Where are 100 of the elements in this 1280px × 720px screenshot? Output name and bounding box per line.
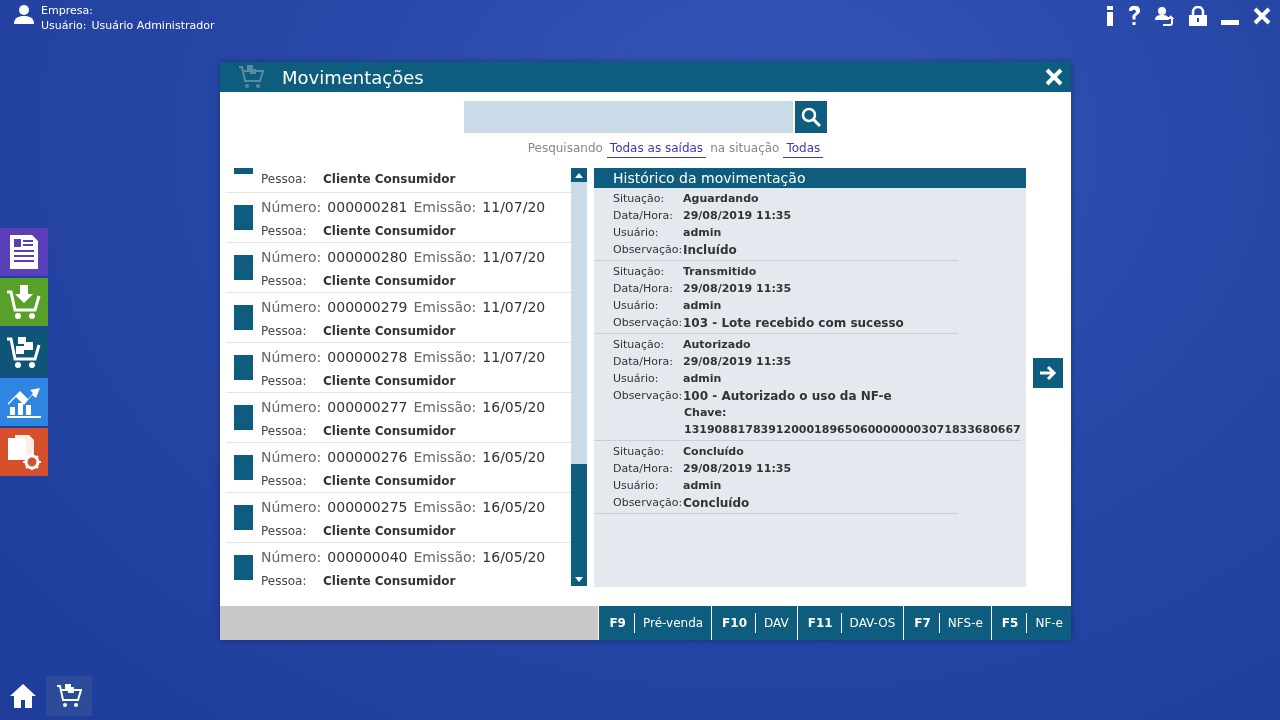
movement-item[interactable]: Número: 000000276 Emissão: 16/05/20 Pessoa: Cliente Consumidor: [226, 443, 571, 493]
number-label: Número:: [261, 548, 322, 565]
field-value: Concluído: [683, 495, 750, 510]
movement-number: 000000275: [327, 498, 408, 515]
item-marker: [234, 205, 253, 230]
function-key-button[interactable]: F9 Pré-venda: [598, 606, 712, 640]
chart-tile[interactable]: [0, 378, 48, 426]
date-label: Emissão:: [413, 248, 477, 265]
field-value: Autorizado: [683, 338, 751, 351]
item-marker: [234, 355, 253, 380]
field-value: 29/08/2019 11:35: [683, 209, 792, 222]
cart-download-tile[interactable]: [0, 278, 48, 326]
search-field[interactable]: [464, 101, 793, 133]
close-icon[interactable]: [1253, 7, 1271, 25]
field-label: Situação:: [613, 192, 666, 205]
documents-gear-tile[interactable]: [0, 428, 48, 476]
movement-number: 000000277: [327, 398, 408, 415]
field-value: admin: [683, 226, 722, 239]
movement-date: 11/07/20: [482, 348, 546, 365]
field-label: Situação:: [613, 338, 666, 351]
user-switch-icon[interactable]: [1155, 6, 1175, 26]
person-label: Pessoa:: [261, 223, 308, 238]
status-link[interactable]: Todas: [783, 141, 824, 158]
field-value: Aguardando: [683, 192, 759, 205]
field-label: Observação:: [613, 316, 683, 329]
field-label: Observação:: [613, 243, 683, 256]
movement-number: 000000281: [327, 198, 408, 215]
person-label: Pessoa:: [261, 523, 308, 538]
movement-item[interactable]: Número: 000000277 Emissão: 16/05/20 Pessoa: Cliente Consumidor: [226, 393, 571, 443]
field-value: 29/08/2019 11:35: [683, 462, 792, 475]
function-key-button[interactable]: F11 DAV-OS: [796, 606, 904, 640]
person-name: Cliente Consumidor: [323, 423, 456, 438]
number-label: Número:: [261, 448, 322, 465]
document-tile[interactable]: [0, 228, 48, 276]
movement-number: 000000276: [327, 448, 408, 465]
search-button[interactable]: [795, 101, 827, 133]
field-label: Situação:: [613, 265, 666, 278]
movement-date: 11/07/20: [482, 198, 546, 215]
home-icon[interactable]: [9, 683, 37, 709]
person-label: Pessoa:: [261, 573, 308, 586]
item-marker: [234, 555, 253, 580]
date-label: Emissão:: [413, 498, 477, 515]
movement-item[interactable]: Número: 000000279 Emissão: 11/07/20 Pessoa: Cliente Consumidor: [226, 293, 571, 343]
movement-item[interactable]: Número: 000000040 Emissão: 16/05/20 Pessoa: Cliente Consumidor: [226, 543, 571, 586]
field-label: Data/Hora:: [613, 462, 674, 475]
date-label: Emissão:: [413, 348, 477, 365]
help-icon[interactable]: [1128, 6, 1141, 26]
item-marker: [234, 455, 253, 480]
movement-number: 000000278: [327, 348, 408, 365]
field-value: Concluído: [683, 445, 744, 458]
field-label: Observação:: [613, 389, 683, 402]
scrollbar[interactable]: [571, 168, 587, 586]
cart-download-icon: [6, 284, 42, 320]
function-key-button[interactable]: F7 NFS-e: [903, 606, 991, 640]
person-name: Cliente Consumidor: [323, 172, 456, 186]
number-label: Número:: [261, 398, 322, 415]
date-label: Emissão:: [413, 298, 477, 315]
movement-date: 16/05/20: [482, 548, 546, 565]
number-label: Número:: [261, 248, 322, 265]
person-name: Cliente Consumidor: [323, 573, 456, 586]
movement-item[interactable]: Número: 000000281 Emissão: 11/07/20 Pessoa: Cliente Consumidor: [226, 193, 571, 243]
user-name: Usuário Administrador: [91, 18, 215, 33]
function-key-button[interactable]: F5 NF-e: [990, 606, 1071, 640]
cart-icon[interactable]: [56, 683, 82, 709]
scope-link[interactable]: Todas as saídas: [606, 141, 707, 158]
person-name: Cliente Consumidor: [323, 273, 456, 288]
info-icon[interactable]: [1106, 6, 1114, 26]
scroll-up-icon[interactable]: [575, 172, 583, 178]
cart-icon: [238, 64, 264, 90]
field-value: 100 - Autorizado o uso da NF-e: [683, 388, 892, 403]
movement-date: 16/05/20: [482, 498, 546, 515]
close-icon[interactable]: [1045, 68, 1063, 86]
field-label: Usuário:: [613, 372, 660, 385]
item-marker: [234, 255, 253, 280]
next-button[interactable]: [1033, 357, 1063, 388]
field-label: Data/Hora:: [613, 282, 674, 295]
person-label: Pessoa:: [261, 423, 308, 438]
movement-date: 16/05/20: [482, 448, 546, 465]
movement-item[interactable]: Número: 000000278 Emissão: 11/07/20 Pessoa: Cliente Consumidor: [226, 343, 571, 393]
movement-item[interactable]: Número: 000000275 Emissão: 16/05/20 Pessoa: Cliente Consumidor: [226, 493, 571, 543]
field-value: Transmitido: [683, 265, 757, 278]
function-key-button[interactable]: F10 DAV: [711, 606, 797, 640]
date-label: Emissão:: [413, 398, 477, 415]
company-label: Empresa:: [41, 3, 94, 18]
number-label: Número:: [261, 198, 322, 215]
field-label: Situação:: [613, 445, 666, 458]
item-marker: [234, 405, 253, 430]
lock-icon[interactable]: [1189, 6, 1207, 26]
chart-icon: [6, 385, 42, 419]
movement-number: 000000279: [327, 298, 408, 315]
cart-boxes-tile[interactable]: [0, 328, 48, 376]
document-icon: [7, 234, 41, 270]
dialog-title: Movimentações: [282, 66, 425, 88]
movement-item[interactable]: Número: 000000280 Emissão: 11/07/20 Pessoa: Cliente Consumidor: [226, 243, 571, 293]
user-silhouette-icon: [13, 3, 35, 25]
field-label: Observação:: [613, 496, 683, 509]
movement-number: 000000040: [327, 548, 408, 565]
movement-item[interactable]: Pessoa: Cliente Consumidor: [226, 168, 571, 193]
scroll-down-icon[interactable]: [575, 576, 583, 582]
person-name: Cliente Consumidor: [323, 473, 456, 488]
